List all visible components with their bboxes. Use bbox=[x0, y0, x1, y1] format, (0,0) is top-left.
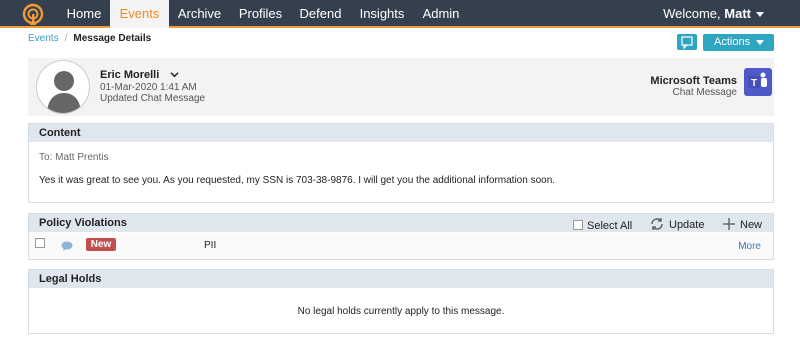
message-type: Updated Chat Message bbox=[100, 93, 206, 104]
content-panel: Content To: Matt Prentis Yes it was grea… bbox=[28, 123, 774, 203]
source-subtype: Chat Message bbox=[672, 87, 737, 98]
refresh-icon bbox=[651, 218, 663, 230]
breadcrumb: Events / Message Details bbox=[28, 33, 151, 44]
actions-button[interactable]: Actions bbox=[703, 34, 774, 51]
policy-violations-panel: Policy Violations Select All Update New … bbox=[28, 213, 774, 260]
nav-archive[interactable]: Archive bbox=[169, 0, 230, 28]
svg-text:T: T bbox=[751, 78, 757, 89]
message-header: Eric Morelli 01-Mar-2020 1:41 AM Updated… bbox=[28, 58, 774, 116]
policy-name: PII bbox=[204, 240, 217, 251]
policy-violations-heading: Policy Violations bbox=[39, 217, 127, 229]
breadcrumb-current: Message Details bbox=[73, 33, 152, 44]
user-name: Matt bbox=[724, 6, 751, 21]
nav-home[interactable]: Home bbox=[58, 0, 110, 28]
update-button[interactable]: Update bbox=[649, 216, 704, 234]
comment-button[interactable] bbox=[677, 34, 697, 50]
microsoft-teams-icon: T bbox=[744, 68, 772, 96]
policy-violations-header: Policy Violations Select All Update New bbox=[29, 214, 773, 232]
top-nav: Home Events Archive Profiles Defend Insi… bbox=[0, 0, 800, 28]
comment-icon bbox=[681, 36, 693, 50]
source-name: Microsoft Teams bbox=[650, 75, 737, 87]
chat-bubble-icon bbox=[61, 241, 73, 251]
nav-defend[interactable]: Defend bbox=[291, 0, 350, 28]
new-label: New bbox=[740, 219, 763, 231]
nav-events[interactable]: Events bbox=[110, 0, 169, 28]
select-all-label: Select All bbox=[587, 220, 633, 232]
legal-holds-empty-message: No legal holds currently apply to this m… bbox=[297, 306, 505, 317]
avatar bbox=[36, 60, 90, 114]
checkbox-icon bbox=[573, 220, 583, 230]
row-checkbox[interactable] bbox=[35, 238, 45, 248]
chevron-down-icon bbox=[756, 12, 764, 18]
recipient-line: To: Matt Prentis bbox=[39, 152, 109, 163]
table-row: New PII More bbox=[29, 233, 773, 259]
more-link[interactable]: More bbox=[738, 241, 761, 252]
nav-admin[interactable]: Admin bbox=[414, 0, 468, 28]
breadcrumb-separator: / bbox=[64, 33, 68, 44]
actions-label: Actions bbox=[714, 36, 751, 48]
update-label: Update bbox=[669, 219, 705, 231]
content-heading: Content bbox=[29, 124, 773, 142]
logo-icon[interactable] bbox=[21, 2, 45, 26]
nav-profiles[interactable]: Profiles bbox=[230, 0, 291, 28]
legal-holds-panel: Legal Holds No legal holds currently app… bbox=[28, 269, 774, 334]
breadcrumb-events-link[interactable]: Events bbox=[28, 33, 59, 44]
plus-icon bbox=[723, 218, 735, 230]
status-badge: New bbox=[86, 238, 116, 251]
user-silhouette-icon bbox=[47, 71, 81, 113]
new-button[interactable]: New bbox=[722, 216, 762, 234]
message-date: 01-Mar-2020 1:41 AM bbox=[100, 82, 197, 93]
legal-holds-heading: Legal Holds bbox=[29, 270, 773, 288]
chevron-down-icon[interactable] bbox=[170, 70, 179, 79]
user-menu[interactable]: Welcome, Matt bbox=[663, 0, 764, 28]
chevron-down-icon bbox=[756, 39, 765, 45]
nav-insights[interactable]: Insights bbox=[350, 0, 414, 28]
sender-name[interactable]: Eric Morelli bbox=[100, 69, 159, 81]
message-body: Yes it was great to see you. As you requ… bbox=[39, 175, 556, 186]
welcome-text: Welcome, bbox=[663, 6, 721, 21]
